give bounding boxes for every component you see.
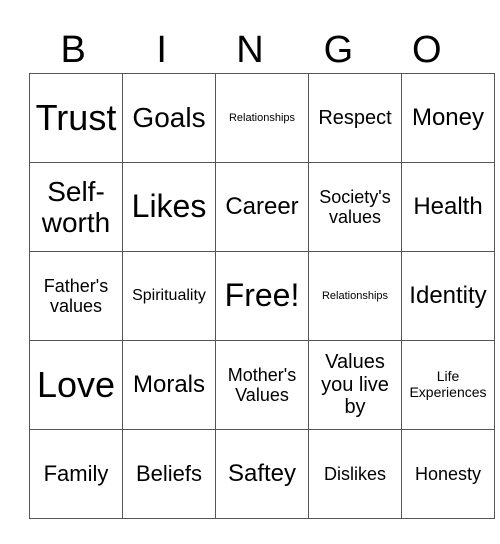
bingo-cell[interactable]: Saftey — [215, 429, 309, 519]
bingo-cell[interactable]: Money — [401, 73, 495, 163]
header-letter-n: N — [236, 29, 264, 71]
bingo-row: Love Morals Mother's Values Values you l… — [29, 340, 495, 430]
bingo-cell[interactable]: Family — [29, 429, 123, 519]
header-letter-b: B — [60, 29, 86, 71]
bingo-cell[interactable]: Mother's Values — [215, 340, 309, 430]
bingo-card: Trust Goals Relationships Respect Money … — [29, 73, 495, 519]
bingo-cell[interactable]: Relationships — [308, 251, 402, 341]
bingo-row: Family Beliefs Saftey Dislikes Honesty — [29, 429, 495, 519]
bingo-row: Father's values Spirituality Free! Relat… — [29, 251, 495, 341]
bingo-cell[interactable]: Life Experiences — [401, 340, 495, 430]
bingo-cell[interactable]: Values you live by — [308, 340, 402, 430]
bingo-cell[interactable]: Spirituality — [122, 251, 216, 341]
bingo-cell[interactable]: Society's values — [308, 162, 402, 252]
header-letter-o: O — [412, 29, 442, 71]
bingo-header: B I N G O — [29, 30, 471, 70]
bingo-cell[interactable]: Morals — [122, 340, 216, 430]
bingo-cell[interactable]: Respect — [308, 73, 402, 163]
bingo-cell[interactable]: Father's values — [29, 251, 123, 341]
header-letter-g: G — [323, 29, 354, 71]
bingo-row: Self-worth Likes Career Society's values… — [29, 162, 495, 252]
bingo-row: Trust Goals Relationships Respect Money — [29, 73, 495, 163]
free-space[interactable]: Free! — [215, 251, 309, 341]
bingo-cell[interactable]: Career — [215, 162, 309, 252]
bingo-cell[interactable]: Honesty — [401, 429, 495, 519]
bingo-cell[interactable]: Beliefs — [122, 429, 216, 519]
bingo-cell[interactable]: Dislikes — [308, 429, 402, 519]
bingo-cell[interactable]: Goals — [122, 73, 216, 163]
bingo-cell[interactable]: Self-worth — [29, 162, 123, 252]
bingo-cell[interactable]: Identity — [401, 251, 495, 341]
bingo-cell[interactable]: Love — [29, 340, 123, 430]
bingo-cell[interactable]: Likes — [122, 162, 216, 252]
header-letter-i: I — [156, 29, 167, 71]
bingo-cell[interactable]: Relationships — [215, 73, 309, 163]
bingo-cell[interactable]: Health — [401, 162, 495, 252]
bingo-cell[interactable]: Trust — [29, 73, 123, 163]
